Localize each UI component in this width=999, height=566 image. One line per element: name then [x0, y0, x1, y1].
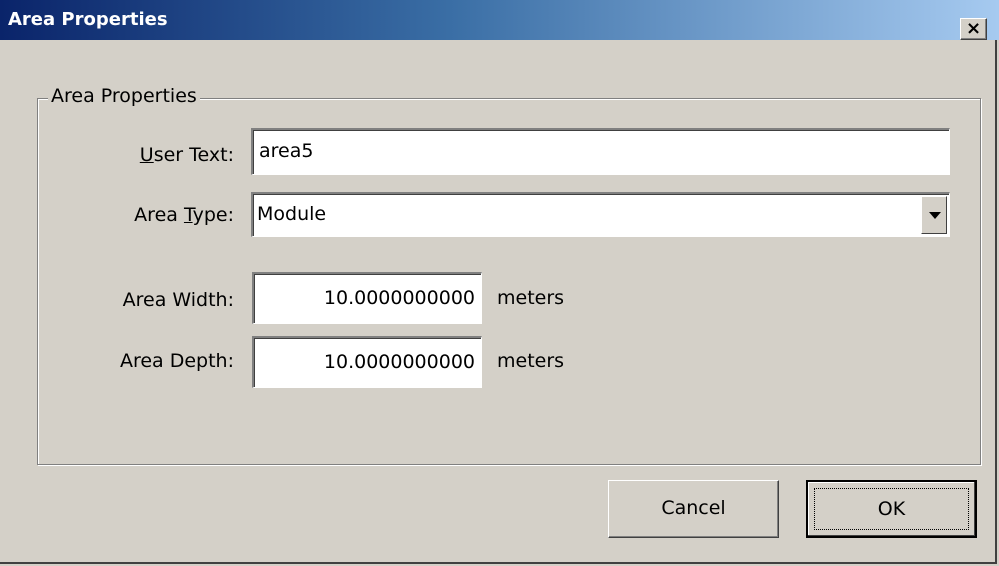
area-depth-label: Area Depth: — [119, 350, 234, 372]
area-width-value: 10.0000000000 — [323, 287, 475, 309]
group-legend: Area Properties — [48, 84, 200, 108]
focus-rectangle — [814, 488, 969, 530]
chevron-down-icon — [929, 212, 941, 219]
area-type-value: Module — [257, 203, 327, 225]
area-depth-unit: meters — [497, 350, 565, 372]
ok-button[interactable]: OK — [806, 480, 977, 538]
window-title: Area Properties — [8, 9, 168, 30]
area-type-label: Area Type: — [134, 204, 234, 226]
close-icon: × — [965, 18, 982, 39]
title-bar[interactable]: Area Properties × — [0, 0, 999, 40]
area-width-unit: meters — [497, 287, 565, 309]
cancel-button[interactable]: Cancel — [608, 480, 779, 538]
user-text-label: User Text: — [139, 144, 234, 166]
area-width-input[interactable]: 10.0000000000 — [252, 272, 482, 324]
area-type-dropdown-button[interactable] — [921, 196, 947, 234]
dialog-window: Area Properties × Area Properties User T… — [0, 0, 999, 564]
area-depth-input[interactable]: 10.0000000000 — [252, 336, 482, 388]
user-text-input[interactable]: area5 — [251, 128, 950, 175]
close-button[interactable]: × — [960, 18, 987, 40]
area-depth-value: 10.0000000000 — [323, 351, 475, 373]
user-text-value: area5 — [259, 140, 314, 162]
area-width-label: Area Width: — [122, 289, 234, 311]
area-type-select[interactable]: Module — [251, 192, 950, 237]
